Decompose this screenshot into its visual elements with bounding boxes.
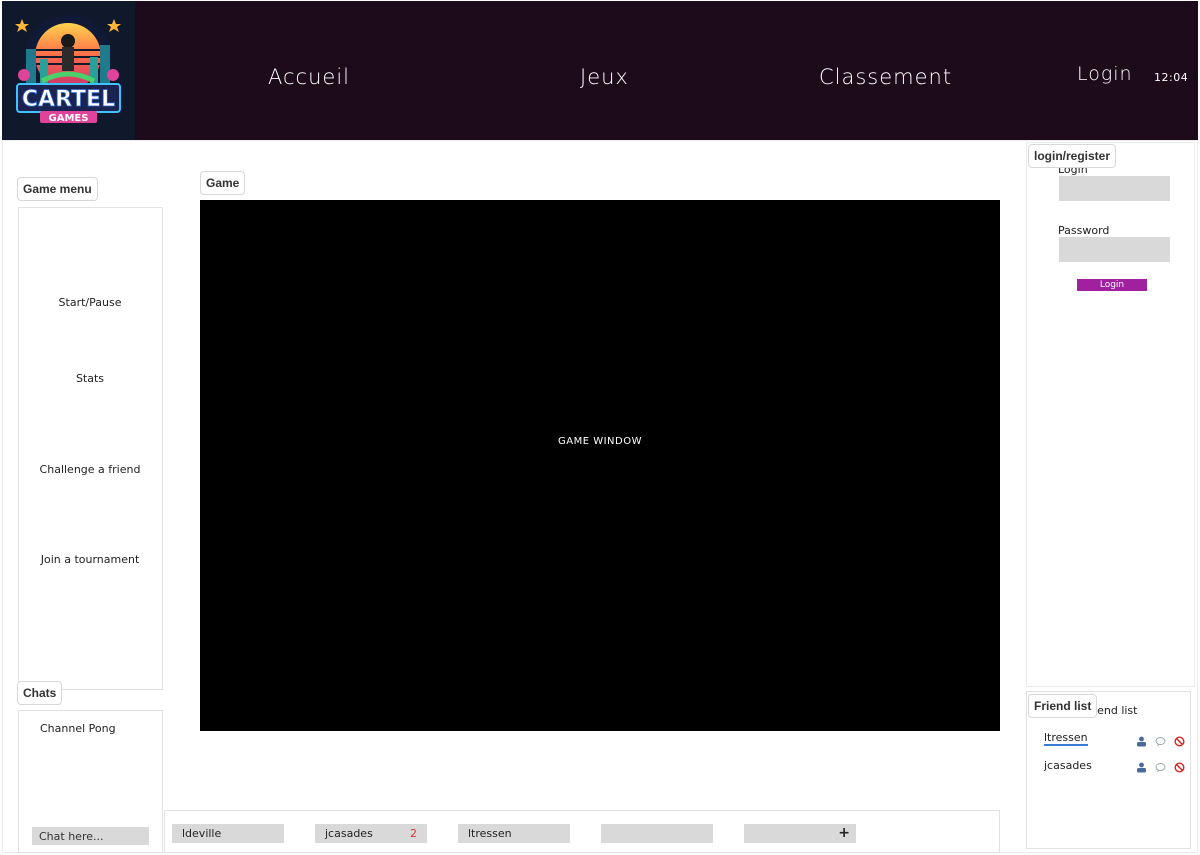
nav-login[interactable]: Login — [1077, 63, 1133, 85]
nav-classement[interactable]: Classement — [819, 65, 952, 89]
game-tag: Game — [200, 171, 246, 195]
svg-text:CARTEL: CARTEL — [22, 87, 115, 112]
chat-tab-label: jcasades — [325, 827, 373, 840]
chat-input[interactable] — [32, 827, 149, 845]
auth-panel — [1026, 142, 1195, 687]
svg-text:GAMES: GAMES — [49, 113, 89, 124]
chat-tab-jcasades[interactable]: jcasades 2 — [315, 824, 427, 843]
friend-name-ltressen[interactable]: ltressen — [1044, 732, 1088, 746]
chat-tab-new[interactable]: + — [744, 824, 856, 843]
chat-tab-ldeville[interactable]: ldeville — [172, 824, 284, 843]
top-header: CARTEL GAMES Accueil Jeux Classement Log… — [2, 1, 1198, 140]
chat-tab-empty[interactable] — [601, 824, 713, 843]
menu-start-pause[interactable]: Start/Pause — [18, 296, 162, 309]
friend-name-jcasades[interactable]: jcasades — [1044, 759, 1092, 772]
login-field[interactable] — [1059, 176, 1170, 201]
login-button[interactable]: Login — [1077, 279, 1147, 291]
block-icon[interactable] — [1174, 762, 1185, 773]
menu-join-tournament[interactable]: Join a tournament — [18, 553, 162, 566]
menu-challenge-friend[interactable]: Challenge a friend — [18, 463, 162, 476]
chats-tag: Chats — [17, 681, 63, 705]
chat-tabs-bar — [164, 810, 1000, 853]
unread-badge: 2 — [410, 827, 417, 840]
channel-pong[interactable]: Channel Pong — [40, 722, 116, 735]
chat-tab-ltressen[interactable]: ltressen — [458, 824, 570, 843]
user-icon[interactable] — [1136, 736, 1147, 747]
game-menu-tag: Game menu — [17, 177, 98, 201]
password-label: Password — [1058, 224, 1110, 237]
block-icon[interactable] — [1174, 736, 1185, 747]
nav-accueil[interactable]: Accueil — [268, 65, 350, 89]
login-register-tag: login/register — [1028, 144, 1117, 168]
game-menu-panel — [18, 207, 163, 690]
message-icon[interactable] — [1155, 762, 1166, 773]
plus-icon[interactable]: + — [838, 824, 850, 843]
menu-stats[interactable]: Stats — [18, 372, 162, 385]
password-field[interactable] — [1059, 237, 1170, 262]
game-window[interactable]: GAME WINDOW — [200, 200, 1000, 731]
chat-tab-label: ldeville — [182, 827, 222, 840]
message-icon[interactable] — [1155, 736, 1166, 747]
chat-tab-label: ltressen — [468, 827, 512, 840]
clock: 12:04 — [1154, 71, 1189, 84]
friend-list-tag: Friend list — [1028, 694, 1098, 718]
nav-jeux[interactable]: Jeux — [580, 65, 629, 89]
user-icon[interactable] — [1136, 762, 1147, 773]
cartel-games-logo[interactable]: CARTEL GAMES — [2, 1, 135, 140]
game-window-label: GAME WINDOW — [558, 436, 642, 447]
